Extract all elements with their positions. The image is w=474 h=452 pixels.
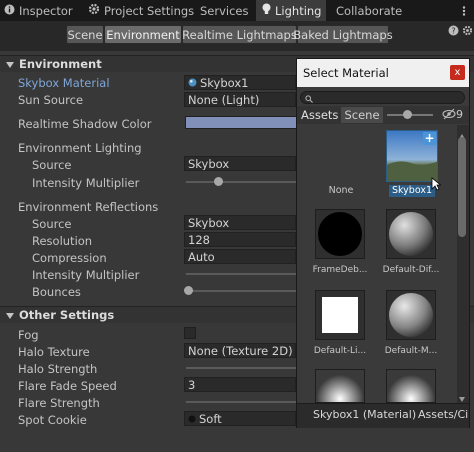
gear-icon (88, 3, 100, 18)
resolution-dropdown[interactable]: 128 (184, 232, 296, 247)
skybox-material-field[interactable]: Skybox1 (184, 75, 296, 90)
bounces-slider[interactable] (186, 290, 296, 292)
default-diffuse-label: Default-Dif... (382, 265, 440, 275)
spot-cookie-label: Spot Cookie (18, 413, 87, 427)
none-label: None (328, 185, 354, 196)
search-icon (305, 93, 313, 106)
reflections-source-dropdown[interactable]: Skybox (184, 215, 296, 230)
resolution-label: Resolution (32, 234, 93, 248)
framedebug-thumbnail[interactable] (315, 209, 365, 259)
halo-texture-label: Halo Texture (18, 345, 90, 359)
material-thumbnail[interactable] (386, 369, 436, 403)
lighting-source-label: Source (32, 158, 72, 172)
spot-cookie-field[interactable]: Soft (184, 411, 296, 426)
search-input[interactable] (300, 91, 465, 104)
tab-project-settings[interactable]: Project Settings (88, 0, 194, 21)
reflections-intensity-label: Intensity Multiplier (32, 268, 140, 282)
default-line-thumbnail[interactable] (315, 290, 365, 340)
lighting-intensity-handle[interactable] (214, 177, 223, 186)
none-thumbnail[interactable] (315, 131, 367, 183)
lighting-source-dropdown[interactable]: Skybox (184, 156, 296, 171)
info-icon (4, 4, 15, 18)
scroll-up-icon[interactable] (459, 129, 465, 139)
env-reflections-label: Environment Reflections (18, 200, 159, 214)
dialog-footer: Skybox1 (Material) Assets/Ci (297, 403, 469, 428)
tab-services-label: Services (200, 3, 249, 18)
dialog-title-bar[interactable]: Select Material x (297, 59, 469, 87)
select-material-dialog: Select Material x Assets Scene 9 None + … (296, 58, 470, 428)
help-icon[interactable]: ? (448, 25, 459, 39)
chevron-down-icon (6, 308, 14, 322)
env-lighting-label: Environment Lighting (18, 141, 142, 155)
more-options-icon[interactable] (462, 6, 466, 19)
svg-text:?: ? (451, 27, 455, 36)
default-line-label: Default-Li... (313, 346, 367, 356)
subtab-realtime-lightmaps[interactable]: Realtime Lightmaps (182, 25, 297, 44)
default-diffuse-thumbnail[interactable] (386, 209, 436, 259)
other-settings-header-label: Other Settings (19, 308, 115, 322)
halo-texture-field[interactable]: None (Texture 2D) (184, 343, 296, 358)
tab-inspector-label: Inspector (19, 3, 73, 18)
tab-collaborate[interactable]: Collaborate (336, 0, 402, 21)
compression-label: Compression (32, 251, 107, 265)
flare-fade-label: Flare Fade Speed (18, 379, 117, 393)
lighting-intensity-label: Intensity Multiplier (32, 176, 140, 190)
tab-collaborate-label: Collaborate (336, 3, 403, 18)
lightbulb-icon (262, 3, 271, 18)
add-icon[interactable]: + (423, 132, 436, 145)
eye-hidden-icon[interactable] (442, 108, 456, 123)
sun-source-label: Sun Source (18, 93, 84, 107)
skybox1-label: Skybox1 (389, 185, 435, 197)
selected-asset-path: Assets/Ci (418, 408, 469, 421)
tab-scene[interactable]: Scene (341, 107, 383, 123)
default-material-thumbnail[interactable] (386, 290, 436, 340)
fog-checkbox[interactable] (184, 327, 196, 339)
tab-assets[interactable]: Assets (301, 107, 338, 123)
tab-lighting-label: Lighting (275, 3, 322, 18)
thumbnail-size-handle[interactable] (403, 110, 412, 119)
reflections-source-label: Source (32, 217, 72, 231)
subtab-scene[interactable]: Scene (66, 25, 104, 44)
bounces-handle[interactable] (184, 286, 193, 295)
scroll-down-icon[interactable] (459, 392, 465, 402)
material-icon (188, 76, 197, 89)
bounces-label: Bounces (32, 285, 81, 299)
compression-dropdown[interactable]: Auto (184, 249, 296, 264)
mouse-cursor-icon (431, 177, 442, 194)
reflections-intensity-slider[interactable] (186, 273, 296, 275)
tab-services[interactable]: Services (200, 0, 250, 21)
default-material-label: Default-M... (384, 346, 438, 356)
dialog-title: Select Material (303, 66, 389, 80)
sun-source-field[interactable]: None (Light) (184, 92, 296, 107)
flare-fade-field[interactable]: 3 (184, 377, 296, 392)
close-icon: x (454, 67, 461, 78)
halo-strength-slider[interactable] (186, 367, 296, 369)
tab-project-settings-label: Project Settings (104, 3, 195, 18)
framedebug-label: FrameDeb... (312, 265, 368, 275)
skybox-material-label: Skybox Material (18, 76, 110, 90)
spot-cookie-value: Soft (199, 411, 222, 426)
chevron-down-icon (6, 57, 14, 71)
flare-strength-label: Flare Strength (18, 396, 100, 410)
shadow-color-label: Realtime Shadow Color (18, 117, 152, 131)
hidden-count: 9 (456, 108, 463, 121)
subtab-baked-lightmaps[interactable]: Baked Lightmaps (293, 25, 393, 44)
selected-asset-name: Skybox1 (Material) (313, 408, 417, 421)
close-button[interactable]: x (450, 65, 465, 80)
subtab-environment[interactable]: Environment (104, 25, 182, 44)
lighting-intensity-slider[interactable] (186, 181, 296, 183)
tab-lighting[interactable]: Lighting (256, 0, 326, 21)
skybox-material-value: Skybox1 (200, 75, 249, 90)
settings-icon[interactable] (462, 25, 473, 39)
flare-strength-slider[interactable] (186, 401, 296, 403)
halo-strength-label: Halo Strength (18, 362, 98, 376)
fog-label: Fog (18, 328, 39, 342)
scrollbar-thumb[interactable] (458, 137, 466, 237)
shadow-color-swatch[interactable] (185, 116, 297, 129)
skybox1-thumbnail[interactable]: + (386, 130, 438, 182)
material-thumbnail[interactable] (315, 369, 365, 403)
environment-header-label: Environment (19, 57, 102, 71)
texture-icon (188, 412, 196, 425)
tab-inspector[interactable]: Inspector (4, 0, 76, 21)
